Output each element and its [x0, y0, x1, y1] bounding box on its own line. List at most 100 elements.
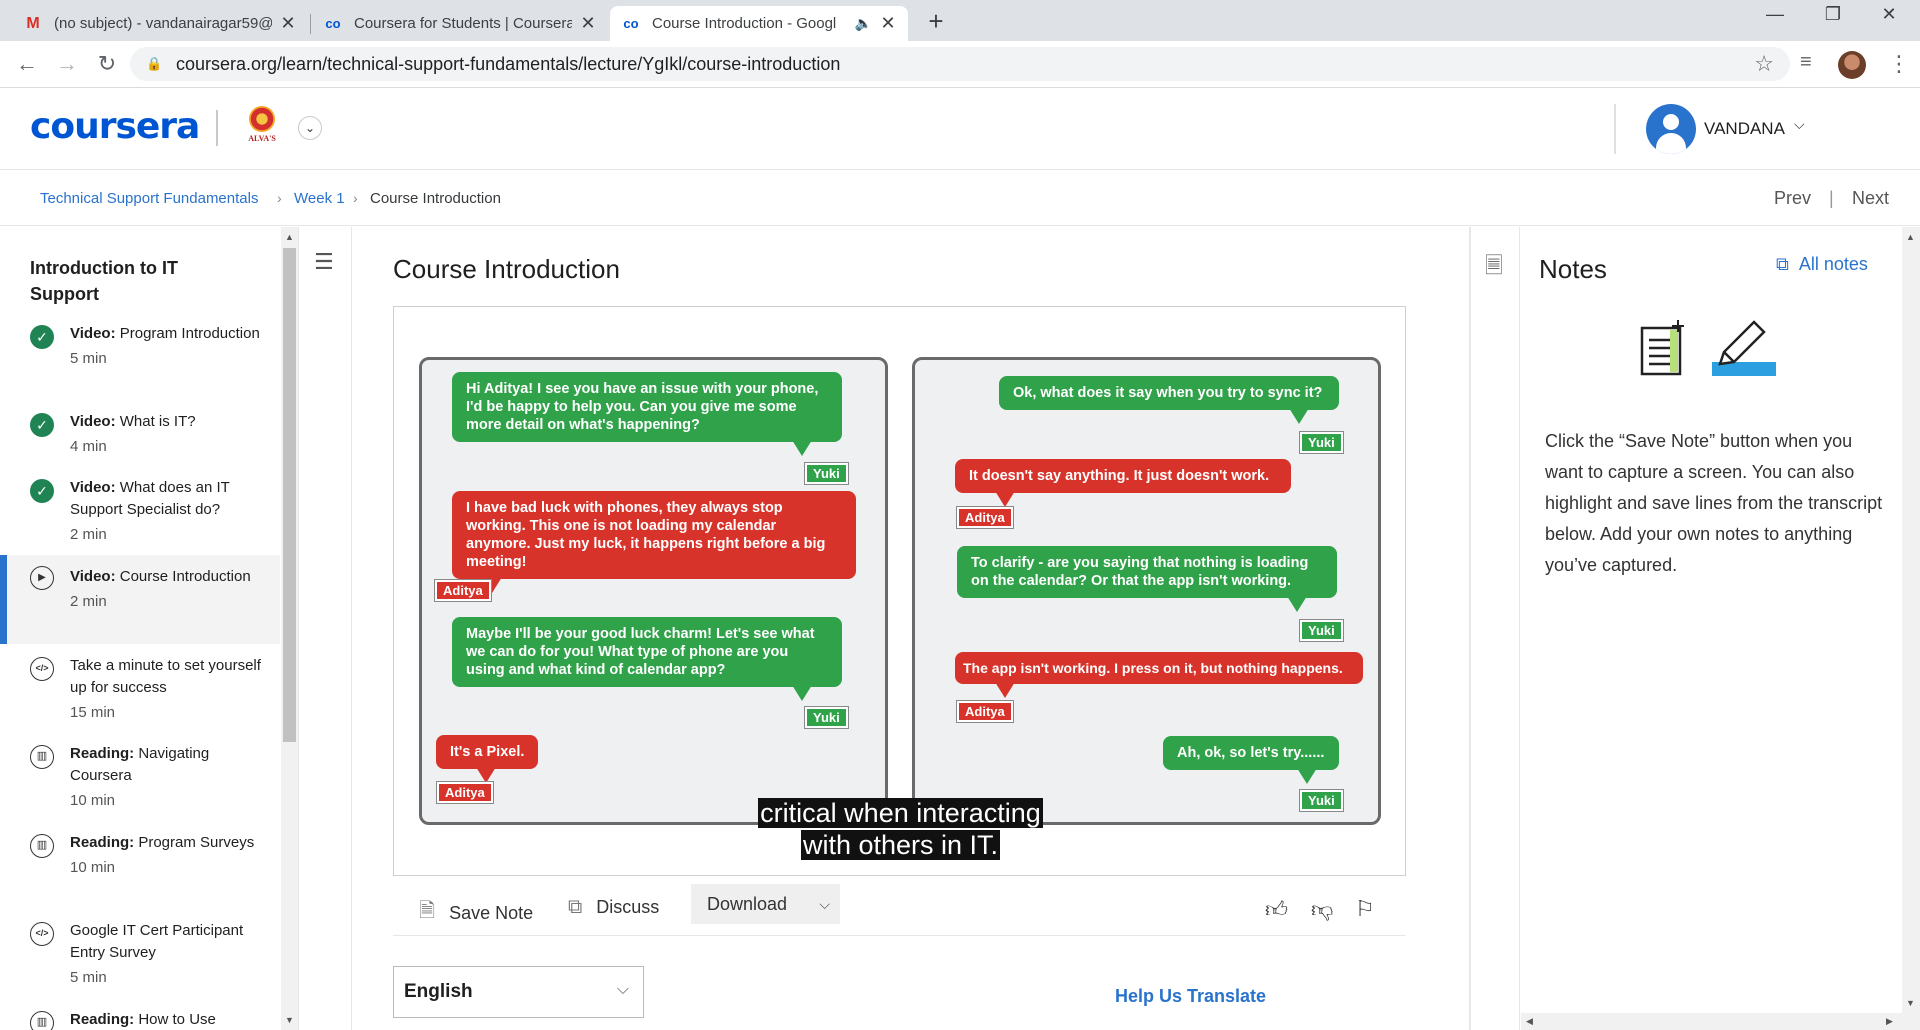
chat-panel-left: Hi Aditya! I see you have an issue with … [419, 357, 888, 825]
close-tab-icon[interactable]: ✕ [580, 13, 596, 34]
breadcrumb-week[interactable]: Week 1 [294, 190, 345, 207]
item-title: Program Surveys [138, 834, 255, 851]
close-tab-icon[interactable]: ✕ [880, 13, 896, 34]
syllabus-item-what-is-it[interactable]: ✓ Video: What is IT? 4 min [0, 411, 280, 458]
breadcrumb-course[interactable]: Technical Support Fundamentals [40, 190, 258, 207]
menu-kebab-icon[interactable]: ⋮ [1888, 51, 1910, 77]
syllabus-item-program-introduction[interactable]: ✓ Video: Program Introduction 5 min [0, 323, 280, 370]
help-us-translate-link[interactable]: Help Us Translate [1115, 986, 1266, 1007]
scroll-down-arrow-icon[interactable]: ▼ [1906, 998, 1915, 1008]
prev-next-divider: | [1829, 188, 1834, 208]
tab-coursera-students[interactable]: co Coursera for Students | Coursera ✕ [312, 6, 608, 41]
institution-dropdown-chevron-icon[interactable]: ⌄ [298, 116, 322, 140]
subtitle-line-2: with others in IT. [394, 829, 1407, 861]
notes-icon[interactable]: 🗏 [1485, 249, 1503, 287]
speaker-tag-aditya: Aditya [435, 580, 491, 601]
syllabus-item-course-introduction[interactable]: ▶ Video: Course Introduction 2 min [0, 555, 280, 644]
save-note-button[interactable]: 🗎 Save Note [419, 896, 533, 930]
download-dropdown[interactable]: Download ⌵ [691, 884, 840, 924]
module-title: Introduction to IT Support [30, 258, 178, 304]
sidebar-scrollbar-thumb[interactable] [283, 248, 296, 742]
notes-title: Notes [1539, 254, 1607, 284]
breadcrumb-current: Course Introduction [370, 190, 501, 207]
minimize-icon[interactable]: — [1752, 4, 1798, 25]
close-tab-icon[interactable]: ✕ [280, 13, 296, 34]
item-title: Google IT Cert Participant Entry Survey [70, 922, 244, 961]
user-avatar[interactable] [1646, 104, 1696, 154]
breadcrumb: Technical Support Fundamentals › Week 1 … [0, 170, 1920, 226]
user-menu-chevron-icon[interactable]: ⌵ [1794, 116, 1805, 133]
syllabus-item-how-to-use[interactable]: ▥ Reading: How to Use [0, 1009, 280, 1030]
tab-gmail[interactable]: M (no subject) - vandanairagar59@ ✕ [12, 6, 308, 41]
thumbs-down-icon[interactable]: 👎︎ [1311, 896, 1333, 923]
item-duration: 5 min [70, 350, 107, 367]
syllabus-item-navigating-coursera[interactable]: ▥ Reading: Navigating Coursera 10 min [0, 743, 280, 812]
discuss-button[interactable]: ⧉ Discuss [568, 896, 659, 919]
forward-icon[interactable]: → [54, 51, 80, 77]
external-link-icon: ⧉ [568, 896, 583, 918]
bubble-text: It's a Pixel. [450, 744, 525, 760]
tab-title: (no subject) - vandanairagar59@ [54, 15, 272, 32]
item-kind: Reading: [70, 1011, 135, 1028]
bubble-text: Ok, what does it say when you try to syn… [1013, 385, 1323, 401]
speaker-tag-aditya: Aditya [957, 507, 1013, 528]
back-icon[interactable]: ← [14, 51, 40, 77]
next-button[interactable]: Next [1852, 188, 1889, 209]
url-bar[interactable]: 🔒 coursera.org/learn/technical-support-f… [130, 47, 1790, 81]
logo-divider [216, 110, 218, 146]
coursera-logo[interactable]: coursera [30, 106, 200, 147]
chat-panel-right: Ok, what does it say when you try to syn… [912, 357, 1381, 825]
syllabus-item-set-up-for-success[interactable]: </> Take a minute to set yourself up for… [0, 655, 280, 724]
chat-bubble-yuki: To clarify - are you saying that nothing… [957, 546, 1337, 612]
speaker-tag-yuki: Yuki [805, 707, 848, 728]
syllabus-item-it-support-specialist[interactable]: ✓ Video: What does an IT Support Special… [0, 477, 280, 546]
bubble-text: The app isn't working. I press on it, bu… [963, 660, 1343, 676]
scroll-down-arrow-icon[interactable]: ▼ [285, 1015, 294, 1025]
syllabus-item-entry-survey[interactable]: </> Google IT Cert Participant Entry Sur… [0, 920, 280, 989]
bubble-tail [995, 682, 1015, 698]
new-tab-button[interactable]: + [922, 6, 950, 37]
video-action-bar: 🗎 Save Note ⧉ Discuss Download ⌵ 👍︎ 👎︎ ⚐ [393, 884, 1406, 936]
all-notes-link[interactable]: ⧉ All notes [1776, 254, 1868, 275]
item-duration: 10 min [70, 792, 116, 809]
speaker-tag-yuki: Yuki [1300, 620, 1343, 641]
scroll-up-arrow-icon[interactable]: ▲ [285, 232, 294, 242]
item-duration: 4 min [70, 438, 107, 455]
institution-logo[interactable]: ALVA'S [244, 106, 280, 150]
list-icon[interactable]: ☰ [314, 249, 334, 275]
bookmark-star-icon[interactable]: ☆ [1754, 51, 1774, 77]
bubble-text: Ah, ok, so let's try...... [1177, 745, 1325, 761]
all-notes-label: All notes [1798, 254, 1868, 274]
tab-course-introduction[interactable]: co Course Introduction - Googl 🔈 ✕ [610, 6, 908, 41]
video-player[interactable]: Hi Aditya! I see you have an issue with … [393, 306, 1406, 876]
speaker-icon[interactable]: 🔈 [855, 15, 872, 32]
transcript-language-select[interactable]: English ⌵ [393, 966, 644, 1018]
book-icon: ▥ [30, 834, 54, 858]
scroll-up-arrow-icon[interactable]: ▲ [1906, 232, 1915, 242]
media-control-icon[interactable]: ≡ [1800, 51, 1812, 74]
note-icon: 🗎 [419, 900, 436, 922]
site-header: coursera ALVA'S ⌄ VANDANA ⌵ [0, 88, 1920, 170]
notes-scrollbar[interactable] [1902, 227, 1920, 1030]
scroll-left-arrow-icon[interactable]: ◀ [1526, 1016, 1533, 1027]
close-window-icon[interactable]: ✕ [1866, 4, 1912, 25]
address-toolbar: ← → ↻ 🔒 coursera.org/learn/technical-sup… [0, 41, 1920, 88]
syllabus-item-program-surveys[interactable]: ▥ Reading: Program Surveys 10 min [0, 832, 280, 879]
lock-icon: 🔒 [146, 56, 163, 71]
item-duration: 2 min [70, 526, 107, 543]
user-name[interactable]: VANDANA [1704, 119, 1785, 139]
avatar-body [1656, 133, 1686, 154]
prev-button[interactable]: Prev [1774, 188, 1811, 209]
maximize-icon[interactable]: ❐ [1810, 4, 1856, 25]
browser-profile-avatar[interactable] [1838, 51, 1866, 79]
scroll-right-arrow-icon[interactable]: ▶ [1886, 1016, 1893, 1027]
flag-icon[interactable]: ⚐ [1355, 896, 1375, 922]
browser-tab-strip: M (no subject) - vandanairagar59@ ✕ co C… [0, 0, 1920, 41]
coursera-favicon-icon: co [325, 16, 341, 31]
reload-icon[interactable]: ↻ [94, 51, 120, 77]
thumbs-up-icon[interactable]: 👍︎ [1265, 896, 1288, 923]
institution-emblem-icon [249, 106, 275, 132]
highlighter-icon [1712, 320, 1776, 376]
notes-horizontal-scrollbar[interactable] [1521, 1013, 1902, 1030]
course-syllabus-sidebar: Introduction to IT Support ✓ Video: Prog… [0, 227, 280, 1030]
